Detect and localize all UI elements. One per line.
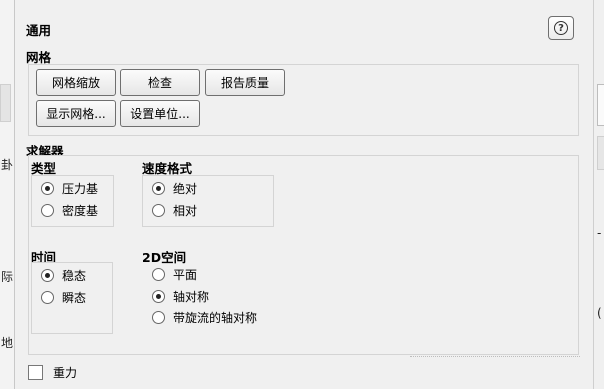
- gravity-checkbox[interactable]: [28, 365, 43, 380]
- question-circle-icon: ?: [554, 21, 568, 35]
- left-edge-fragment: 际: [1, 270, 14, 284]
- right-edge-fragment: -: [597, 226, 602, 240]
- mesh-scale-button[interactable]: 网格缩放: [36, 69, 116, 96]
- absolute-label: 绝对: [173, 181, 198, 196]
- planar-option[interactable]: 平面: [152, 265, 197, 283]
- radio-button[interactable]: [152, 310, 165, 324]
- left-edge-tab: [0, 84, 11, 122]
- right-adjacent-panel: - (: [593, 0, 604, 389]
- radio-button[interactable]: [152, 289, 165, 303]
- radio-button[interactable]: [152, 203, 165, 217]
- check-button[interactable]: 检查: [120, 69, 200, 96]
- axisymmetric-swirl-label: 带旋流的轴对称: [173, 310, 258, 325]
- radio-button[interactable]: [152, 267, 165, 281]
- radio-button[interactable]: [41, 203, 54, 217]
- radio-button[interactable]: [152, 181, 165, 195]
- panel-title: 通用: [26, 23, 52, 38]
- report-quality-button[interactable]: 报告质量: [205, 69, 285, 96]
- set-units-button[interactable]: 设置单位...: [120, 100, 200, 127]
- pressure-based-label: 压力基: [62, 181, 99, 196]
- planar-label: 平面: [173, 267, 198, 282]
- steady-option[interactable]: 稳态: [41, 266, 86, 284]
- radio-button[interactable]: [41, 181, 54, 195]
- axisymmetric-label: 轴对称: [173, 289, 210, 304]
- right-edge-button: [597, 84, 604, 126]
- axisymmetric-option[interactable]: 轴对称: [152, 287, 209, 305]
- density-based-option[interactable]: 密度基: [41, 201, 98, 219]
- transient-option[interactable]: 瞬态: [41, 288, 86, 306]
- steady-label: 稳态: [62, 268, 87, 283]
- left-edge-fragment: 地: [1, 336, 14, 350]
- radio-button[interactable]: [41, 268, 54, 282]
- gravity-label: 重力: [53, 366, 78, 380]
- space-2d-title: 2D空间: [142, 250, 187, 265]
- divider: [410, 355, 580, 357]
- axisymmetric-swirl-option[interactable]: 带旋流的轴对称: [152, 308, 257, 326]
- help-button[interactable]: ?: [548, 16, 574, 40]
- absolute-option[interactable]: 绝对: [152, 179, 197, 197]
- relative-option[interactable]: 相对: [152, 201, 197, 219]
- left-edge-fragment: 卦: [1, 158, 14, 172]
- gravity-option[interactable]: 重力: [28, 364, 77, 381]
- display-mesh-button[interactable]: 显示网格...: [36, 100, 116, 127]
- right-edge-fragment: (: [597, 306, 602, 320]
- left-adjacent-panel: 卦 际 地: [0, 0, 15, 389]
- right-edge-button: [597, 136, 604, 170]
- density-based-label: 密度基: [62, 203, 99, 218]
- transient-label: 瞬态: [62, 290, 87, 305]
- radio-button[interactable]: [41, 290, 54, 304]
- pressure-based-option[interactable]: 压力基: [41, 179, 98, 197]
- relative-label: 相对: [173, 203, 198, 218]
- general-settings-panel: 通用 ? 网格 网格缩放 检查 报告质量 显示网格... 设置单位... 求解器…: [14, 0, 594, 389]
